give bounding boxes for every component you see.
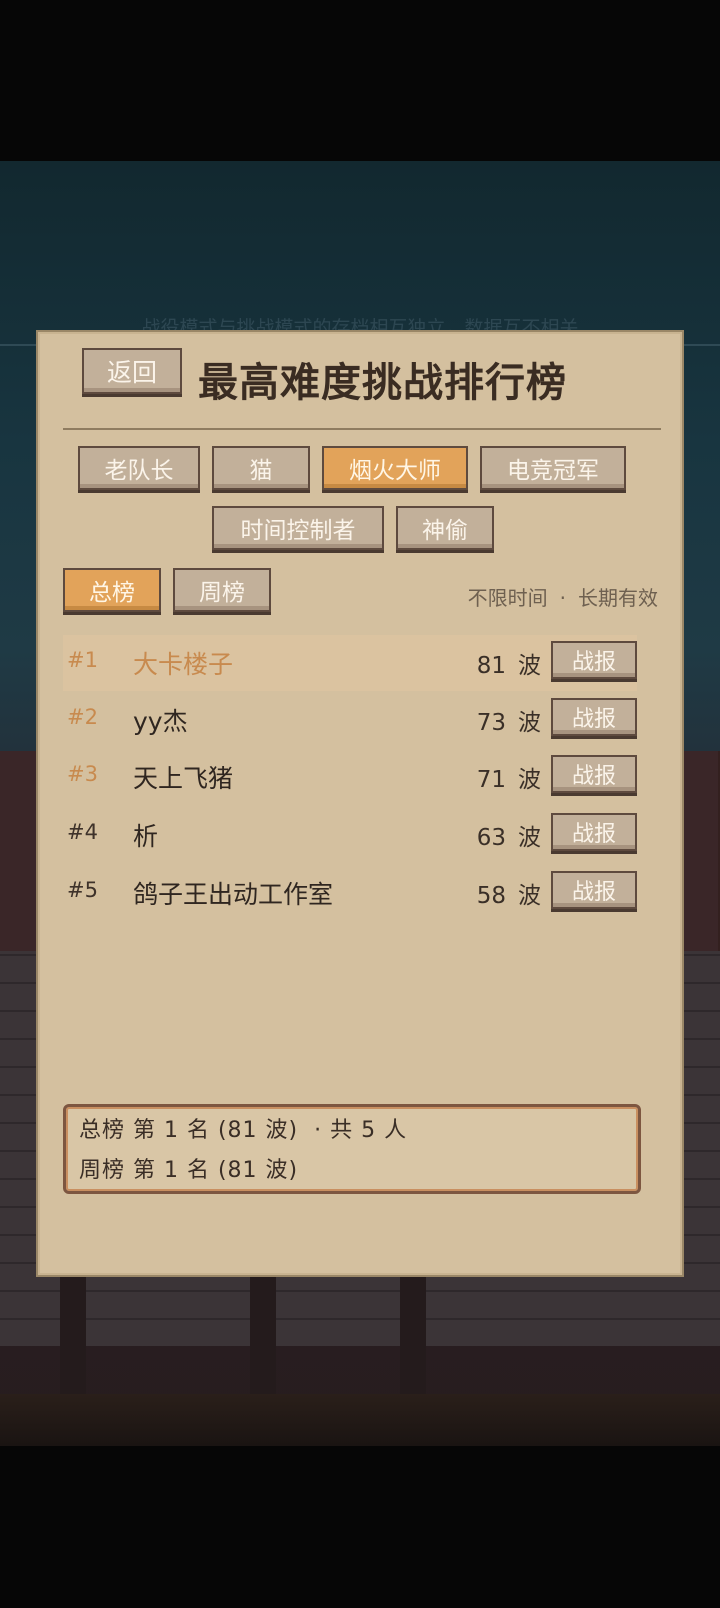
period-separator: · — [559, 586, 566, 610]
rank-number: #5 — [67, 878, 98, 902]
wave-unit: 波 — [518, 825, 541, 851]
player-summary-box: 总榜 第 1 名 (81 波) · 共 5 人 周榜 第 1 名 (81 波) — [63, 1104, 641, 1194]
wave-unit: 波 — [518, 767, 541, 793]
wave-value: 73 — [476, 710, 506, 736]
player-name: 天上飞猪 — [133, 764, 234, 793]
ranking-row: #2 yy杰 73 波 战报 — [63, 692, 637, 748]
wave-value: 58 — [476, 883, 506, 909]
wave-value: 81 — [476, 653, 506, 679]
battle-report-button[interactable]: 战报 — [551, 698, 637, 736]
player-name: yy杰 — [133, 707, 188, 736]
rank-number: #3 — [67, 762, 98, 786]
wave-unit: 波 — [518, 883, 541, 909]
wave-count: 58 波 — [477, 876, 541, 910]
wave-value: 63 — [476, 825, 506, 851]
wave-count: 63 波 — [477, 818, 541, 852]
tab-esports-champion[interactable]: 电竞冠军 — [480, 446, 626, 490]
battle-report-button[interactable]: 战报 — [551, 813, 637, 851]
period-info: 不限时间 · 长期有效 — [468, 582, 658, 611]
battle-report-button[interactable]: 战报 — [551, 641, 637, 679]
tab-old-captain[interactable]: 老队长 — [78, 446, 200, 490]
battle-report-button[interactable]: 战报 — [551, 871, 637, 909]
player-name: 析 — [133, 822, 159, 851]
wave-count: 71 波 — [477, 760, 541, 794]
ranking-row: #3 天上飞猪 71 波 战报 — [63, 749, 637, 805]
floor — [0, 1394, 720, 1446]
battle-report-button[interactable]: 战报 — [551, 755, 637, 793]
rank-number: #1 — [67, 648, 98, 672]
ranking-row: #4 析 63 波 战报 — [63, 807, 637, 863]
rank-number: #2 — [67, 705, 98, 729]
leaderboard-dialog: 返回 最高难度挑战排行榜 老队长 猫 烟火大师 电竞冠军 时间控制者 神偷 总榜… — [36, 330, 684, 1277]
player-name: 鸽子王出动工作室 — [133, 880, 334, 909]
overall-rank-summary: 总榜 第 1 名 (81 波) · 共 5 人 — [79, 1118, 408, 1143]
wave-count: 81 波 — [477, 646, 541, 680]
title-divider — [63, 428, 661, 430]
ranking-row: #5 鸽子王出动工作室 58 波 战报 — [63, 865, 637, 921]
dialog-title: 最高难度挑战排行榜 — [198, 360, 567, 406]
period-validity: 长期有效 — [578, 586, 658, 610]
weekly-rank-summary: 周榜 第 1 名 (81 波) — [79, 1158, 299, 1183]
period-time: 不限时间 — [467, 586, 548, 610]
rank-number: #4 — [67, 820, 98, 844]
tab-cat[interactable]: 猫 — [212, 446, 310, 490]
wave-count: 73 波 — [477, 703, 541, 737]
wave-unit: 波 — [518, 653, 541, 679]
player-name: 大卡楼子 — [133, 650, 234, 679]
tab-weekly-board[interactable]: 周榜 — [173, 568, 271, 612]
tab-fireworks-master[interactable]: 烟火大师 — [322, 446, 468, 490]
back-button[interactable]: 返回 — [82, 348, 182, 394]
ranking-row: #1 大卡楼子 81 波 战报 — [63, 635, 637, 691]
wave-value: 71 — [476, 767, 506, 793]
tab-time-controller[interactable]: 时间控制者 — [212, 506, 384, 550]
tab-master-thief[interactable]: 神偷 — [396, 506, 494, 550]
wave-unit: 波 — [518, 710, 541, 736]
tab-overall-board[interactable]: 总榜 — [63, 568, 161, 612]
